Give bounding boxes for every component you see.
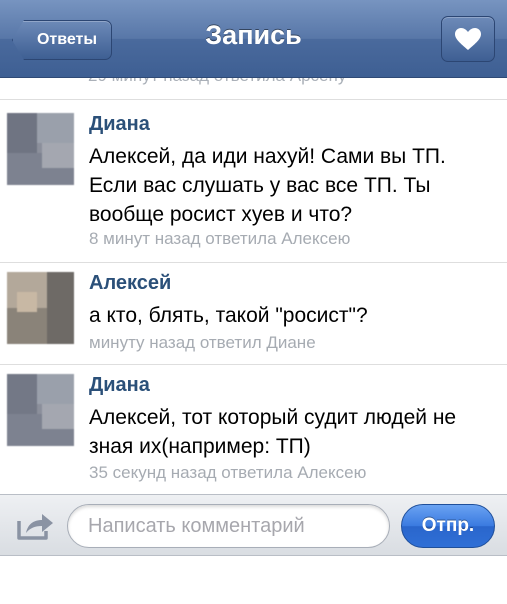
list-item[interactable]: Алексей а кто, блять, такой "росист"? ми… (0, 264, 507, 365)
comment-author[interactable]: Диана (89, 374, 150, 397)
comment-text: Алексей, тот который судит людей не зная… (89, 406, 457, 458)
heart-icon (455, 28, 481, 50)
send-button[interactable]: Отпр. (401, 504, 495, 548)
back-button[interactable]: Ответы (12, 20, 112, 60)
comment-text: Алексей, да иди нахуй! Сами вы ТП. Если … (89, 145, 446, 226)
list-item[interactable]: Диана Алексей, да иди нахуй! Сами вы ТП.… (0, 101, 507, 263)
comment-meta: 29 минут назад ответила Арсену (88, 78, 346, 86)
comment-author[interactable]: Диана (89, 113, 150, 136)
share-icon (17, 514, 53, 540)
navigation-bar: Ответы Запись (0, 0, 507, 78)
comment-text: а кто, блять, такой "росист"? (89, 304, 368, 327)
comment-input[interactable] (67, 504, 390, 548)
avatar[interactable] (7, 272, 74, 344)
comment-meta: минуту назад ответил Диане (89, 333, 316, 352)
comment-meta: 35 секунд назад ответила Алексею (89, 463, 367, 482)
previous-comment-fragment: 29 минут назад ответила Арсену (0, 78, 507, 100)
compose-bar: Отпр. (0, 494, 507, 556)
page-title: Запись (205, 20, 302, 50)
footer-area (0, 557, 507, 604)
avatar[interactable] (7, 374, 74, 446)
comment-meta: 8 минут назад ответила Алексею (89, 229, 351, 248)
avatar[interactable] (7, 113, 74, 185)
list-item[interactable]: Диана Алексей, тот который судит людей н… (0, 366, 507, 493)
share-button[interactable] (16, 511, 56, 541)
comment-author[interactable]: Алексей (89, 272, 171, 295)
like-button[interactable] (441, 16, 495, 62)
